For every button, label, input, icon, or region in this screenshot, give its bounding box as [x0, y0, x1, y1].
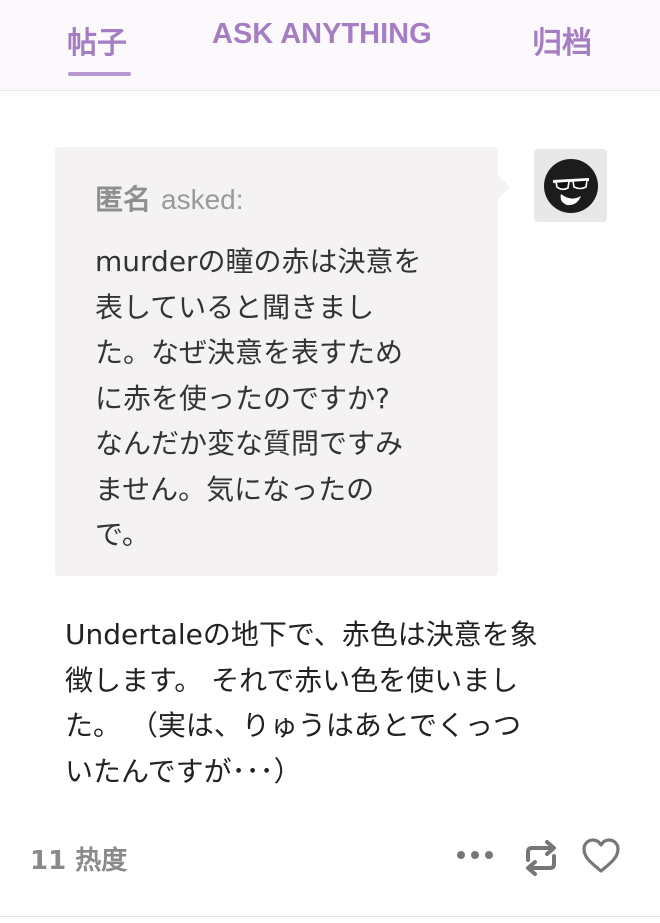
divider: [0, 916, 660, 917]
asker-name: 匿名: [95, 183, 152, 216]
answer-text: Undertaleの地下で、赤色は決意を象 徴します。 それで赤い色を使いまし …: [65, 618, 538, 788]
asked-label: asked:: [161, 184, 244, 215]
asker-line: 匿名 asked:: [95, 178, 244, 218]
reblog-icon[interactable]: [520, 838, 562, 878]
question-text: murderの瞳の赤は決意を 表していると聞きまし た。なぜ決意を表すため に赤…: [95, 245, 422, 551]
more-icon[interactable]: [454, 848, 496, 862]
tab-ask-anything[interactable]: ASK ANYTHING: [212, 18, 432, 51]
notes-count[interactable]: 11 热度: [30, 840, 127, 877]
bubble-tail: [497, 174, 510, 200]
post-footer: 11 热度: [0, 830, 660, 890]
question-bubble: 匿名 asked: murderの瞳の赤は決意を 表していると聞きまし た。なぜ決…: [55, 147, 498, 576]
tab-posts[interactable]: 帖子: [67, 18, 127, 62]
top-nav: 帖子 ASK ANYTHING 归档: [0, 0, 660, 91]
sunglasses-face-icon: [543, 158, 598, 213]
like-icon[interactable]: [580, 836, 622, 876]
active-tab-indicator: [68, 72, 131, 76]
avatar[interactable]: [534, 149, 607, 222]
tab-archive[interactable]: 归档: [532, 18, 592, 62]
